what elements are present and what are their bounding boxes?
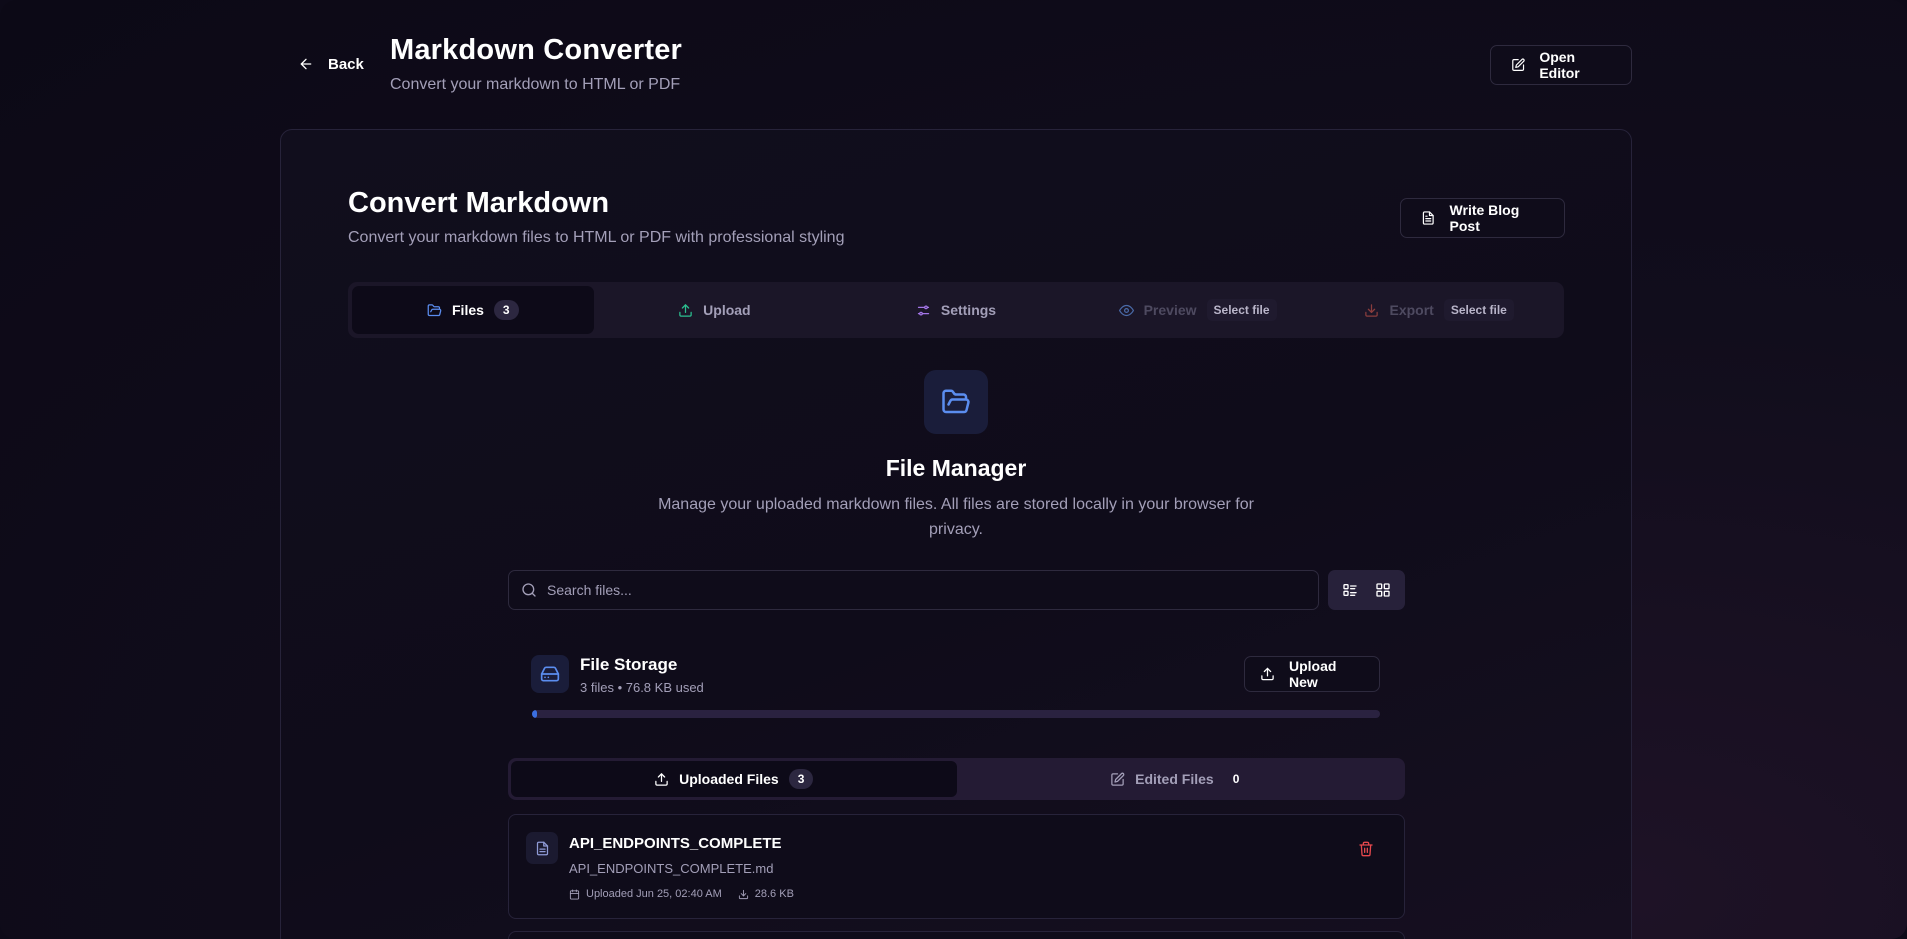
upload-icon bbox=[1261, 667, 1274, 681]
file-list-item[interactable]: API_ENDPOINTS_COMPLETE API_ENDPOINTS_COM… bbox=[508, 814, 1405, 919]
folder-open-icon bbox=[942, 389, 970, 414]
file-manager-description: Manage your uploaded markdown files. All… bbox=[658, 496, 1254, 538]
edit-square-icon bbox=[1512, 58, 1525, 71]
search-icon bbox=[522, 583, 536, 597]
tab-uploaded-files[interactable]: Uploaded Files 3 bbox=[511, 761, 957, 797]
tab-export-select-file-pill: Select file bbox=[1443, 299, 1514, 321]
tab-edited-files-label: Edited Files bbox=[1135, 771, 1214, 787]
file-filename: API_ENDPOINTS_COMPLETE.md bbox=[569, 861, 774, 876]
calendar-icon bbox=[569, 888, 580, 900]
file-text-icon bbox=[1422, 211, 1434, 225]
arrow-left-icon bbox=[300, 58, 312, 70]
tab-upload-label: Upload bbox=[703, 302, 751, 318]
file-manager-icon-tile bbox=[924, 370, 988, 434]
file-uploaded-text: Uploaded Jun 25, 02:40 AM bbox=[586, 888, 722, 900]
folder-open-icon bbox=[427, 303, 442, 316]
main-tabs: Files 3 Upload Settings Preview Select f… bbox=[348, 282, 1564, 338]
file-uploaded-date: Uploaded Jun 25, 02:40 AM bbox=[569, 888, 722, 900]
card-subtitle: Convert your markdown files to HTML or P… bbox=[348, 229, 845, 246]
tab-edited-files[interactable]: Edited Files 0 bbox=[957, 761, 1403, 797]
upload-new-button[interactable]: Upload New bbox=[1244, 656, 1380, 692]
list-view-icon bbox=[1343, 584, 1357, 596]
back-label: Back bbox=[328, 55, 364, 73]
app-title: Markdown Converter bbox=[390, 34, 683, 66]
tab-upload[interactable]: Upload bbox=[594, 286, 836, 334]
tab-export-label: Export bbox=[1389, 302, 1434, 318]
app-subtitle: Convert your markdown to HTML or PDF bbox=[390, 76, 681, 93]
file-icon-tile bbox=[526, 832, 558, 864]
delete-file-button[interactable] bbox=[1356, 839, 1376, 859]
search-input[interactable] bbox=[547, 582, 1318, 598]
app-frame: Back Markdown Converter Convert your mar… bbox=[0, 0, 1907, 939]
tab-preview-select-file-pill: Select file bbox=[1206, 299, 1277, 321]
file-list-tabs: Uploaded Files 3 Edited Files 0 bbox=[508, 758, 1405, 800]
file-list-item[interactable] bbox=[508, 931, 1405, 939]
tab-files[interactable]: Files 3 bbox=[352, 286, 594, 334]
open-editor-button[interactable]: Open Editor bbox=[1490, 45, 1632, 85]
sliders-icon bbox=[917, 305, 929, 315]
card-title: Convert Markdown bbox=[348, 187, 610, 219]
download-icon bbox=[738, 889, 748, 899]
file-size-text: 28.6 KB bbox=[754, 888, 794, 900]
tab-preview[interactable]: Preview Select file bbox=[1077, 286, 1319, 334]
tab-export[interactable]: Export Select file bbox=[1318, 286, 1560, 334]
file-manager-title: File Manager bbox=[885, 455, 1027, 481]
storage-icon-tile bbox=[531, 655, 569, 693]
eye-icon bbox=[1118, 304, 1134, 316]
list-view-button[interactable] bbox=[1336, 576, 1364, 604]
download-icon bbox=[1365, 303, 1379, 317]
storage-meta: 3 files • 76.8 KB used bbox=[580, 680, 704, 695]
upload-icon bbox=[679, 303, 692, 317]
back-button[interactable]: Back bbox=[290, 48, 370, 80]
tab-settings-label: Settings bbox=[940, 302, 997, 318]
edited-files-count-badge: 0 bbox=[1232, 772, 1240, 786]
tab-uploaded-files-label: Uploaded Files bbox=[679, 771, 779, 787]
view-toggle bbox=[1328, 570, 1405, 610]
grid-view-icon bbox=[1376, 583, 1390, 597]
open-editor-label: Open Editor bbox=[1539, 49, 1580, 81]
tab-preview-label: Preview bbox=[1143, 302, 1197, 318]
upload-icon bbox=[655, 772, 668, 786]
write-blog-post-label: Write Blog Post bbox=[1449, 202, 1520, 234]
search-box bbox=[508, 570, 1319, 610]
storage-usage-bar bbox=[532, 710, 1380, 718]
write-blog-post-button[interactable]: Write Blog Post bbox=[1400, 198, 1565, 238]
storage-title: File Storage bbox=[580, 655, 678, 674]
tab-files-count-badge: 3 bbox=[493, 300, 519, 320]
hard-drive-icon bbox=[540, 666, 560, 682]
file-size: 28.6 KB bbox=[738, 888, 794, 900]
grid-view-button[interactable] bbox=[1369, 576, 1397, 604]
file-text-icon bbox=[536, 841, 548, 855]
uploaded-files-count-badge: 3 bbox=[788, 769, 814, 789]
storage-usage-fill bbox=[532, 710, 538, 718]
tab-settings[interactable]: Settings bbox=[835, 286, 1077, 334]
file-name: API_ENDPOINTS_COMPLETE bbox=[569, 835, 782, 852]
trash-icon bbox=[1359, 841, 1373, 857]
file-meta: Uploaded Jun 25, 02:40 AM 28.6 KB bbox=[569, 888, 794, 900]
tab-files-label: Files bbox=[452, 302, 484, 318]
edit-square-icon bbox=[1111, 772, 1125, 786]
upload-new-label: Upload New bbox=[1288, 658, 1337, 690]
